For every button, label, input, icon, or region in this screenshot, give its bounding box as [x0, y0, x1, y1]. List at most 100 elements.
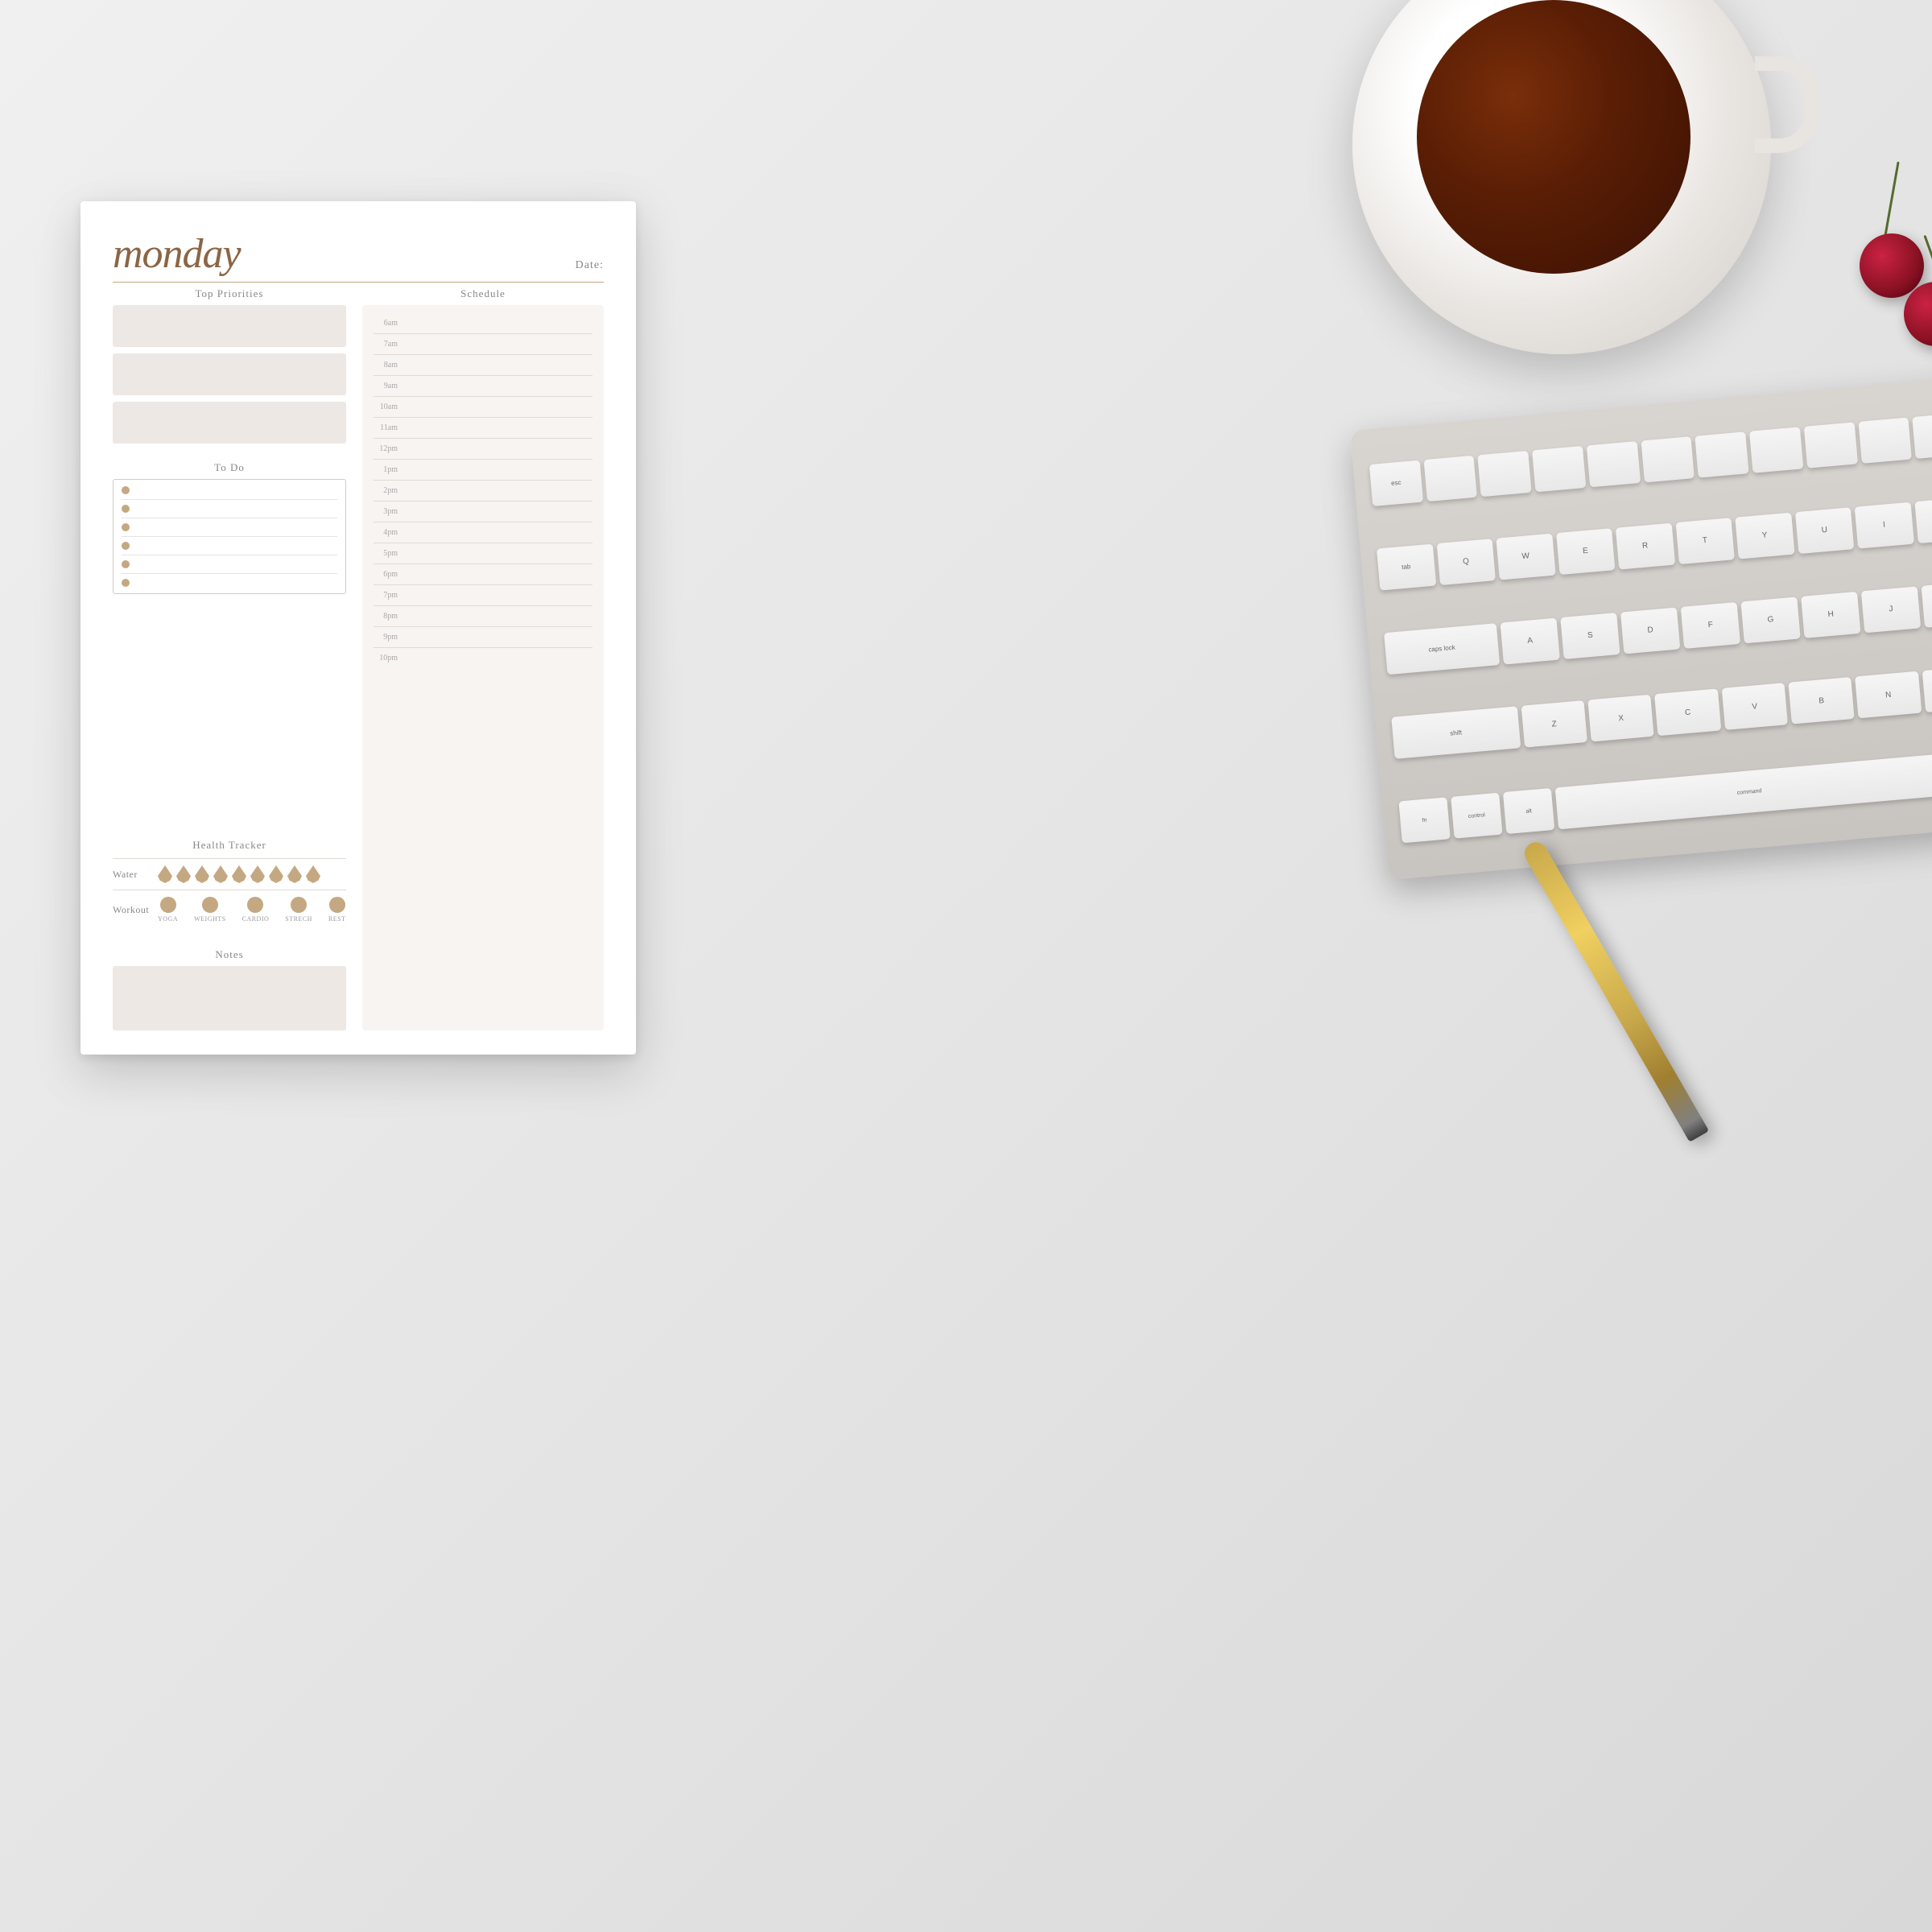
todo-bullet-1 [122, 486, 130, 494]
todo-line-4 [136, 546, 337, 547]
planner-page: monday Date: Top Priorities To Do [80, 201, 636, 1055]
time-8pm: 8pm [374, 612, 398, 621]
time-line-4pm [406, 532, 592, 533]
time-11am: 11am [374, 423, 398, 432]
priority-box-1 [113, 305, 346, 347]
time-line-12pm [406, 448, 592, 449]
time-slot-11am: 11am [374, 418, 592, 439]
tea-liquid [1417, 0, 1690, 274]
priority-box-2 [113, 353, 346, 395]
todo-container [113, 479, 346, 594]
date-label: Date: [576, 259, 604, 275]
todo-item-1 [122, 486, 337, 500]
time-slot-10pm: 10pm [374, 648, 592, 668]
time-4pm: 4pm [374, 528, 398, 537]
priorities-title: Top Priorities [113, 287, 346, 300]
cardio-label: CARDIO [242, 915, 270, 923]
water-drop-9 [306, 865, 320, 883]
time-6am: 6am [374, 319, 398, 328]
workout-yoga: YOGA [158, 897, 178, 923]
tea-handle [1755, 56, 1819, 153]
left-column: Top Priorities To Do [113, 287, 346, 1030]
water-drop-2 [176, 865, 191, 883]
water-drop-8 [287, 865, 302, 883]
water-label: Water [113, 869, 151, 881]
time-slot-6am: 6am [374, 313, 592, 334]
todo-line-6 [136, 583, 337, 584]
todo-bullet-2 [122, 505, 130, 513]
time-5pm: 5pm [374, 549, 398, 558]
todo-bullet-3 [122, 523, 130, 531]
time-slot-10am: 10am [374, 397, 592, 418]
todo-line-3 [136, 527, 337, 528]
day-title: monday [113, 233, 241, 275]
priorities-section: Top Priorities [113, 287, 346, 450]
time-line-9pm [406, 637, 592, 638]
time-line-1pm [406, 469, 592, 470]
water-drop-1 [158, 865, 172, 883]
time-line-8pm [406, 616, 592, 617]
water-tracker-row: Water [113, 858, 346, 883]
notes-title: Notes [113, 948, 346, 961]
todo-item-2 [122, 505, 337, 518]
workout-stretch: STRECH [285, 897, 312, 923]
time-slot-7pm: 7pm [374, 585, 592, 606]
water-drops [158, 865, 320, 883]
cherry-1 [1860, 233, 1924, 298]
time-line-2pm [406, 490, 592, 491]
workout-rest: REST [328, 897, 346, 923]
time-1pm: 1pm [374, 465, 398, 474]
time-9am: 9am [374, 382, 398, 390]
time-6pm: 6pm [374, 570, 398, 579]
water-drop-6 [250, 865, 265, 883]
time-10pm: 10pm [374, 654, 398, 663]
time-line-11am [406, 427, 592, 428]
time-slot-1pm: 1pm [374, 460, 592, 481]
todo-line-1 [136, 490, 337, 491]
notes-section: Notes [113, 948, 346, 1030]
health-tracker-section: Health Tracker Water [113, 839, 346, 929]
time-9pm: 9pm [374, 633, 398, 642]
yoga-circle [160, 897, 176, 913]
time-slot-6pm: 6pm [374, 564, 592, 585]
weights-circle [202, 897, 218, 913]
time-8am: 8am [374, 361, 398, 369]
workout-weights: WEIGHTS [194, 897, 226, 923]
todo-line-5 [136, 564, 337, 565]
time-7pm: 7pm [374, 591, 398, 600]
keyboard-body: esc tab QWE RTY UIO caps lock ASD FGH JK… [1350, 376, 1932, 880]
time-line-7am [406, 344, 592, 345]
schedule-title: Schedule [362, 287, 604, 300]
todo-line-2 [136, 509, 337, 510]
todo-item-5 [122, 560, 337, 574]
todo-bullet-4 [122, 542, 130, 550]
todo-item-4 [122, 542, 337, 555]
todo-section: To Do [113, 461, 346, 828]
health-tracker-title: Health Tracker [113, 839, 346, 852]
water-drop-5 [232, 865, 246, 883]
todo-bullet-6 [122, 579, 130, 587]
todo-bullet-5 [122, 560, 130, 568]
time-slot-9am: 9am [374, 376, 592, 397]
notes-box [113, 966, 346, 1030]
workout-label: Workout [113, 904, 151, 916]
planner-header: monday Date: [113, 233, 604, 283]
time-line-7pm [406, 595, 592, 596]
todo-item-3 [122, 523, 337, 537]
time-2pm: 2pm [374, 486, 398, 495]
time-slot-3pm: 3pm [374, 502, 592, 522]
workout-cardio: CARDIO [242, 897, 270, 923]
todo-title: To Do [113, 461, 346, 474]
water-drop-3 [195, 865, 209, 883]
time-slot-12pm: 12pm [374, 439, 592, 460]
time-line-3pm [406, 511, 592, 512]
time-slot-2pm: 2pm [374, 481, 592, 502]
time-slot-5pm: 5pm [374, 543, 592, 564]
todo-item-6 [122, 579, 337, 587]
time-slot-9pm: 9pm [374, 627, 592, 648]
time-line-6pm [406, 574, 592, 575]
time-12pm: 12pm [374, 444, 398, 453]
time-slot-8am: 8am [374, 355, 592, 376]
time-slot-7am: 7am [374, 334, 592, 355]
workout-tracker-row: Workout YOGA WEIGHTS CARDIO [113, 890, 346, 923]
